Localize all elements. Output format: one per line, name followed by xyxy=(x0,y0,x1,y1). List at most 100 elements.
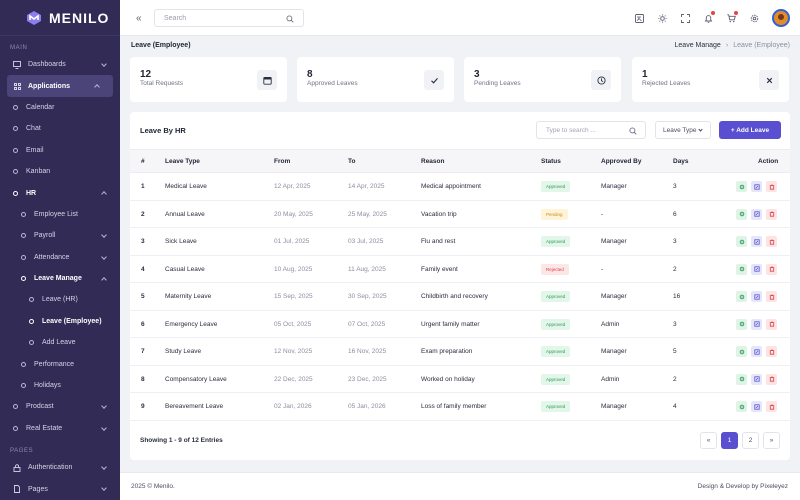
sidebar-item-real-estate[interactable]: Real Estate xyxy=(0,418,120,439)
edit-icon[interactable] xyxy=(751,318,762,330)
stat-label: Pending Leaves xyxy=(474,80,521,88)
view-icon[interactable] xyxy=(736,346,747,357)
delete-icon[interactable] xyxy=(766,373,777,385)
view-icon[interactable] xyxy=(736,318,747,330)
pagination-next[interactable]: » xyxy=(763,432,780,449)
edit-icon[interactable] xyxy=(751,263,762,275)
search-input[interactable]: Search xyxy=(154,9,304,27)
section-label-main: MAIN xyxy=(10,45,28,51)
sidebar-item-label: Authentication xyxy=(28,464,73,472)
edit-icon[interactable] xyxy=(751,208,762,220)
translate-icon[interactable] xyxy=(634,13,644,23)
breadcrumb-link[interactable]: Leave Manage xyxy=(675,42,721,49)
view-icon[interactable] xyxy=(736,208,747,220)
credit: Design & Develop by Pixeleyez xyxy=(697,483,788,490)
stat-card-total: 12 Total Requests xyxy=(130,57,287,102)
sidebar-item-leave-employee[interactable]: Leave (Employee) xyxy=(0,311,120,332)
sidebar-item-attendance[interactable]: Attendance xyxy=(0,247,120,268)
sidebar-item-dashboards[interactable]: Dashboards xyxy=(0,54,120,75)
table-search-input[interactable]: Type to search ... xyxy=(536,121,646,139)
sidebar-item-add-leave[interactable]: Add Leave xyxy=(0,332,120,353)
pagination-prev[interactable]: « xyxy=(700,432,717,449)
sidebar-item-label: Leave Manage xyxy=(34,275,82,283)
delete-icon[interactable] xyxy=(766,263,777,275)
cell-type: Annual Leave xyxy=(165,210,205,218)
table-row: 6 Emergency Leave 05 Oct, 2025 07 Oct, 2025… xyxy=(130,311,790,338)
sidebar-item-chat[interactable]: Chat xyxy=(0,118,120,139)
view-icon[interactable] xyxy=(736,263,747,275)
row-actions xyxy=(736,181,777,192)
row-actions xyxy=(736,346,777,357)
cell-reason: Worked on holiday xyxy=(421,375,475,383)
cell-to: 16 Nov, 2025 xyxy=(348,348,387,355)
monitor-icon xyxy=(13,60,21,69)
sidebar-item-calendar[interactable]: Calendar xyxy=(0,97,120,118)
view-icon[interactable] xyxy=(736,401,747,412)
sun-icon[interactable] xyxy=(657,13,667,23)
cart-icon[interactable] xyxy=(726,11,738,23)
add-leave-button[interactable]: + Add Leave xyxy=(719,121,781,139)
delete-icon[interactable] xyxy=(766,291,777,302)
cell-from: 12 Nov, 2025 xyxy=(274,348,313,355)
delete-icon[interactable] xyxy=(766,346,777,357)
delete-icon[interactable] xyxy=(766,236,777,247)
view-icon[interactable] xyxy=(736,181,747,192)
sidebar-item-applications[interactable]: Applications xyxy=(7,75,113,97)
column-header: Action xyxy=(758,158,779,165)
cell-n: 5 xyxy=(141,293,145,300)
leave-type-filter[interactable]: Leave Type xyxy=(655,121,711,139)
cell-to: 03 Jul, 2025 xyxy=(348,238,384,245)
sidebar-item-authentication[interactable]: Authentication xyxy=(0,457,120,478)
delete-icon[interactable] xyxy=(766,318,777,330)
cell-from: 22 Dec, 2025 xyxy=(274,375,313,383)
sidebar-item-label: Calendar xyxy=(26,103,55,111)
column-header: Approved By xyxy=(601,158,642,165)
cell-type: Medical Leave xyxy=(165,183,207,190)
bullet-icon xyxy=(21,233,26,239)
sidebar-item-email[interactable]: Email xyxy=(0,140,120,161)
cell-by: - xyxy=(601,265,604,273)
delete-icon[interactable] xyxy=(766,181,777,192)
pagination-page-2[interactable]: 2 xyxy=(742,432,759,449)
brand[interactable]: MENILO xyxy=(0,0,120,36)
sidebar-item-leave-manage[interactable]: Leave Manage xyxy=(0,268,120,289)
sidebar-item-prodcast[interactable]: Prodcast xyxy=(0,396,120,417)
cell-n: 8 xyxy=(141,375,145,383)
sidebar-item-hr[interactable]: HR xyxy=(0,182,120,203)
cell-days: 5 xyxy=(673,348,677,355)
edit-icon[interactable] xyxy=(751,181,762,192)
edit-icon[interactable] xyxy=(751,373,762,385)
bell-icon[interactable] xyxy=(703,11,715,23)
gear-icon[interactable] xyxy=(749,13,759,23)
delete-icon[interactable] xyxy=(766,208,777,220)
bullet-icon xyxy=(13,104,18,110)
avatar[interactable] xyxy=(772,9,790,27)
cell-type: Emergency Leave xyxy=(165,320,218,328)
breadcrumb-current: Leave (Employee) xyxy=(733,42,790,49)
edit-icon[interactable] xyxy=(751,346,762,357)
collapse-sidebar-icon[interactable]: « xyxy=(136,13,142,24)
bullet-icon xyxy=(29,340,34,346)
sidebar-item-employee-list[interactable]: Employee List xyxy=(0,204,120,225)
sidebar-item-kanban[interactable]: Kanban xyxy=(0,161,120,182)
cell-days: 4 xyxy=(673,403,677,410)
cell-n: 4 xyxy=(141,265,145,273)
sidebar-item-payroll[interactable]: Payroll xyxy=(0,225,120,246)
delete-icon[interactable] xyxy=(766,401,777,412)
cell-type: Casual Leave xyxy=(165,265,205,273)
column-header: Days xyxy=(673,158,689,165)
sidebar-item-label: Holidays xyxy=(34,382,61,390)
sidebar-item-holidays[interactable]: Holidays xyxy=(0,375,120,396)
edit-icon[interactable] xyxy=(751,291,762,302)
view-icon[interactable] xyxy=(736,291,747,302)
pagination-page-1[interactable]: 1 xyxy=(721,432,738,449)
stat-value: 1 xyxy=(642,69,648,80)
edit-icon[interactable] xyxy=(751,236,762,247)
view-icon[interactable] xyxy=(736,236,747,247)
sidebar-item-leave-hr[interactable]: Leave (HR) xyxy=(0,289,120,310)
sidebar-item-performance[interactable]: Performance xyxy=(0,353,120,374)
fullscreen-icon[interactable] xyxy=(680,13,690,23)
view-icon[interactable] xyxy=(736,373,747,385)
edit-icon[interactable] xyxy=(751,401,762,412)
sidebar-item-pages[interactable]: Pages xyxy=(0,478,120,499)
